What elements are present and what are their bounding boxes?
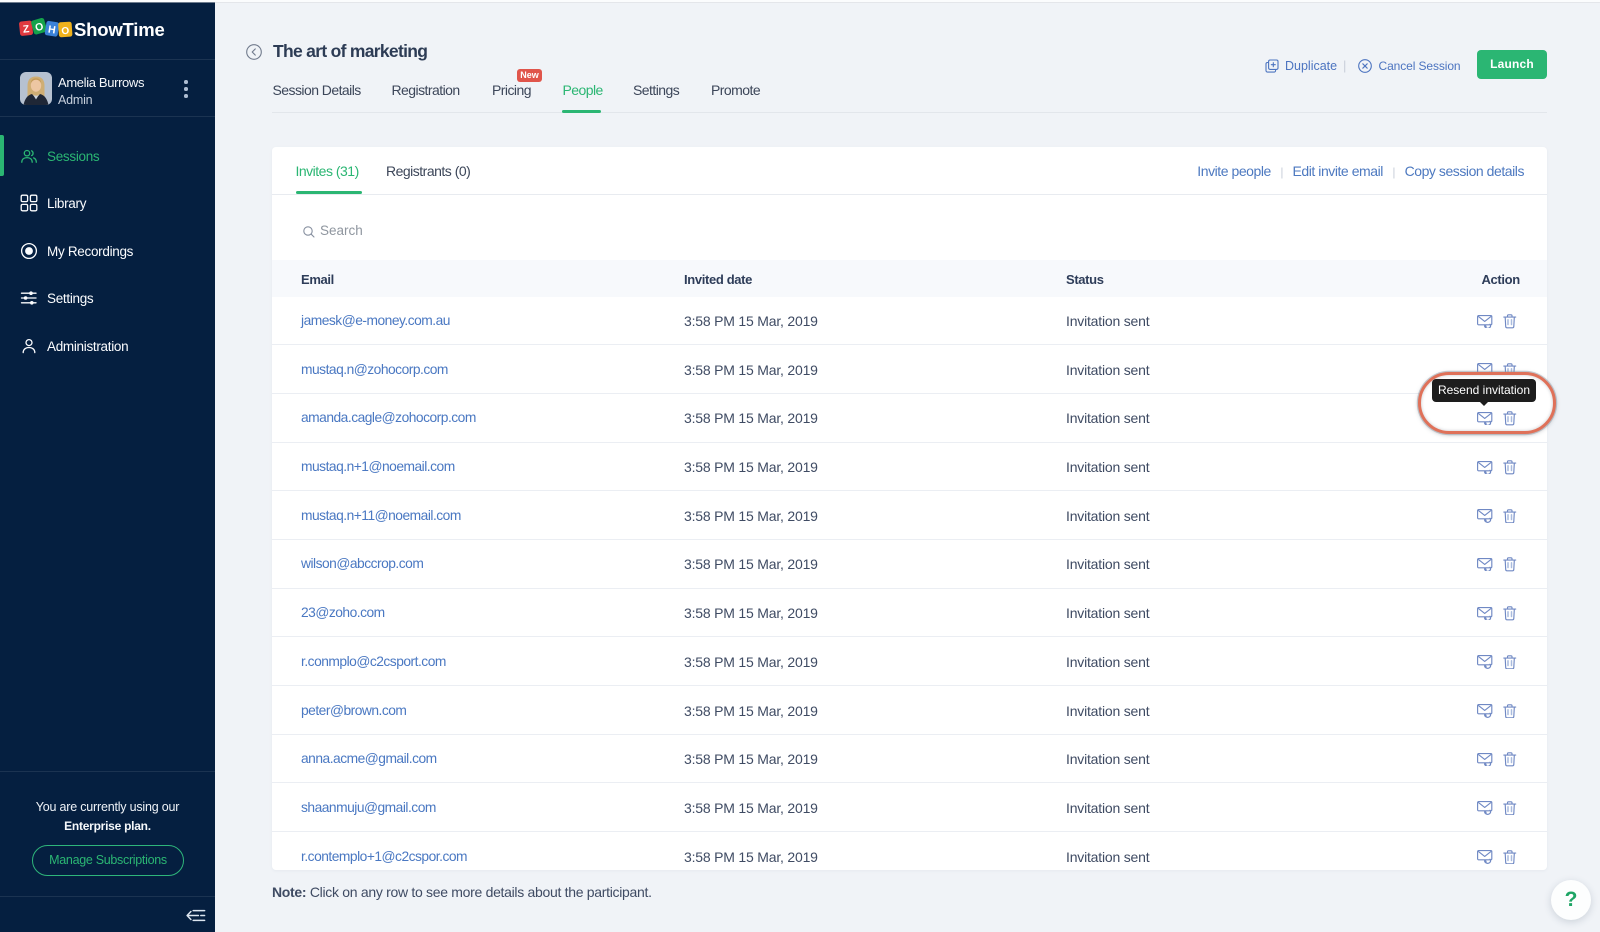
svg-text:O: O bbox=[61, 26, 70, 38]
